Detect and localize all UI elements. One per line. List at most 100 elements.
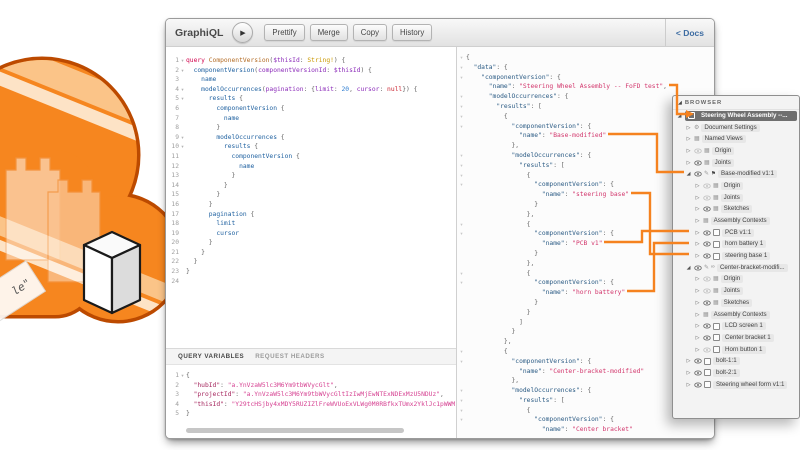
fold-marker-icon[interactable]: [457, 200, 466, 210]
fold-marker-icon[interactable]: [179, 381, 186, 391]
disclosure-arrow-icon[interactable]: ▷: [685, 382, 692, 388]
fold-marker-icon[interactable]: [179, 104, 186, 114]
fold-marker-icon[interactable]: ▾: [179, 94, 186, 104]
disclosure-arrow-icon[interactable]: ▷: [685, 125, 692, 131]
tree-row-center-bracket-modifi[interactable]: ◢ ✎ ∞ Center-bracket-modifi...: [673, 262, 799, 274]
disclosure-arrow-icon[interactable]: ▷: [694, 253, 701, 259]
tree-row-horn-battery-1[interactable]: ▷ horn battery 1: [673, 239, 799, 251]
prettify-button[interactable]: Prettify: [264, 24, 305, 41]
eye-visibility-icon[interactable]: [703, 347, 711, 353]
query-editor[interactable]: 1 ▾ query ComponentVersion($thisId: String…: [166, 47, 456, 348]
fold-marker-icon[interactable]: ▾: [457, 53, 466, 63]
copy-button[interactable]: Copy: [352, 24, 387, 41]
disclosure-arrow-icon[interactable]: ▷: [685, 148, 692, 154]
fold-marker-icon[interactable]: [179, 277, 186, 287]
disclosure-arrow-icon[interactable]: ▷: [685, 370, 692, 376]
fold-marker-icon[interactable]: [457, 259, 466, 269]
eye-visibility-icon[interactable]: [703, 335, 711, 341]
fold-marker-icon[interactable]: ▾: [457, 269, 466, 279]
eye-visibility-icon[interactable]: [694, 171, 702, 177]
fold-marker-icon[interactable]: ▾: [457, 161, 466, 171]
tree-row-steering-wheel-form-v1-1[interactable]: ▷ Steering wheel form v1:1: [673, 379, 799, 391]
fold-marker-icon[interactable]: [457, 298, 466, 308]
tree-row-pcb-v1-1[interactable]: ▷ PCB v1:1: [673, 227, 799, 239]
tree-row-bolt-1-1[interactable]: ▷ bolt-1:1: [673, 355, 799, 367]
fold-marker-icon[interactable]: [457, 318, 466, 328]
eye-visibility-icon[interactable]: [694, 370, 702, 376]
history-button[interactable]: History: [392, 24, 433, 41]
fold-marker-icon[interactable]: [457, 288, 466, 298]
eye-visibility-icon[interactable]: [694, 265, 702, 271]
fold-marker-icon[interactable]: ▾: [457, 229, 466, 239]
fold-marker-icon[interactable]: [457, 239, 466, 249]
fold-marker-icon[interactable]: [457, 82, 466, 92]
tree-row-base-modified-v1-1[interactable]: ◢ ✎ ⚑ Base-modified v1:1: [673, 168, 799, 180]
fold-marker-icon[interactable]: [457, 308, 466, 318]
fold-marker-icon[interactable]: [179, 75, 186, 85]
tree-row-assembly-contexts[interactable]: ▷ ▦ Assembly Contexts: [673, 309, 799, 321]
fold-marker-icon[interactable]: ▾: [457, 278, 466, 288]
disclosure-arrow-icon[interactable]: ▷: [694, 230, 701, 236]
disclosure-arrow-icon[interactable]: ▷: [694, 323, 701, 329]
fold-marker-icon[interactable]: ▾: [179, 371, 186, 381]
fold-marker-icon[interactable]: [179, 181, 186, 191]
fold-marker-icon[interactable]: [457, 425, 466, 435]
disclosure-arrow-icon[interactable]: ▷: [694, 347, 701, 353]
disclosure-arrow-icon[interactable]: ▷: [694, 300, 701, 306]
fold-marker-icon[interactable]: ▾: [179, 85, 186, 95]
fold-marker-icon[interactable]: ▾: [457, 415, 466, 425]
fold-marker-icon[interactable]: [179, 171, 186, 181]
fold-marker-icon[interactable]: ▾: [457, 347, 466, 357]
docs-button[interactable]: < Docs: [664, 19, 714, 46]
eye-visibility-icon[interactable]: [703, 288, 711, 294]
disclosure-arrow-icon[interactable]: ▷: [694, 312, 701, 318]
tree-row-assembly-contexts[interactable]: ▷ ▦ Assembly Contexts: [673, 215, 799, 227]
tree-row-center-bracket-1[interactable]: ▷ Center bracket 1: [673, 332, 799, 344]
tab-query-variables[interactable]: QUERY VARIABLES: [178, 353, 244, 360]
disclosure-arrow-icon[interactable]: ▷: [694, 183, 701, 189]
tree-row-sketches[interactable]: ▷ ▦ Sketches: [673, 204, 799, 216]
fold-marker-icon[interactable]: [457, 249, 466, 259]
fold-marker-icon[interactable]: [179, 210, 186, 220]
fold-marker-icon[interactable]: ▾: [457, 112, 466, 122]
fold-marker-icon[interactable]: [457, 190, 466, 200]
eye-visibility-icon[interactable]: [694, 160, 702, 166]
fold-marker-icon[interactable]: [179, 229, 186, 239]
tree-row-steering-base-1[interactable]: ▷ steering base 1: [673, 250, 799, 262]
fold-marker-icon[interactable]: ▾: [457, 406, 466, 416]
tree-row-bolt-2-1[interactable]: ▷ bolt-2:1: [673, 367, 799, 379]
fold-marker-icon[interactable]: [179, 400, 186, 410]
disclosure-arrow-icon[interactable]: ▷: [694, 276, 701, 282]
tree-row-document-settings[interactable]: ▷ ⚙ Document Settings: [673, 122, 799, 134]
tab-request-headers[interactable]: REQUEST HEADERS: [255, 353, 324, 360]
selected-item-bar[interactable]: Steering Wheel Assembly --...: [685, 110, 797, 121]
eye-visibility-icon[interactable]: [703, 230, 711, 236]
tree-row-joints[interactable]: ▷ ▦ Joints: [673, 157, 799, 169]
tree-row-sketches[interactable]: ▷ ▦ Sketches: [673, 297, 799, 309]
fold-marker-icon[interactable]: ▾: [457, 63, 466, 73]
execute-button[interactable]: ▶: [232, 22, 254, 43]
fold-marker-icon[interactable]: [457, 131, 466, 141]
fold-marker-icon[interactable]: [457, 210, 466, 220]
fold-marker-icon[interactable]: ▾: [457, 386, 466, 396]
fold-marker-icon[interactable]: [179, 219, 186, 229]
fold-marker-icon[interactable]: [179, 200, 186, 210]
fold-marker-icon[interactable]: [179, 267, 186, 277]
fold-marker-icon[interactable]: ▾: [179, 66, 186, 76]
disclosure-arrow-icon[interactable]: ◢: [685, 265, 692, 271]
disclosure-arrow-icon[interactable]: ▷: [694, 241, 701, 247]
disclosure-arrow-icon[interactable]: ◢: [685, 171, 692, 177]
fold-marker-icon[interactable]: ▾: [457, 73, 466, 83]
fold-marker-icon[interactable]: [179, 162, 186, 172]
eye-visibility-icon[interactable]: [694, 148, 702, 154]
fold-marker-icon[interactable]: [179, 238, 186, 248]
fold-marker-icon[interactable]: [179, 257, 186, 267]
fold-marker-icon[interactable]: ▾: [179, 142, 186, 152]
fold-marker-icon[interactable]: [457, 376, 466, 386]
tree-row-named-views[interactable]: ▷ ▦ Named Views: [673, 133, 799, 145]
tree-row-joints[interactable]: ▷ ▦ Joints: [673, 285, 799, 297]
fold-marker-icon[interactable]: [457, 141, 466, 151]
eye-visibility-icon[interactable]: [703, 300, 711, 306]
eye-visibility-icon[interactable]: [703, 195, 711, 201]
tree-row-horn-button-1[interactable]: ▷ Horn button 1: [673, 344, 799, 356]
